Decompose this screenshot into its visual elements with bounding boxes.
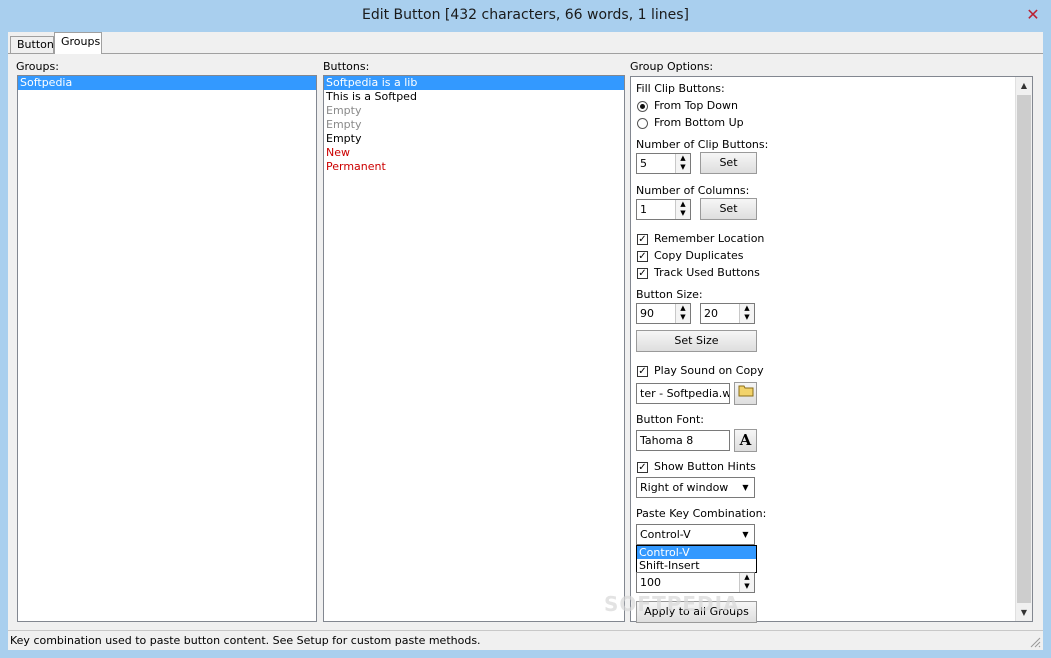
button-width-stepper[interactable]: ▲ ▼ <box>675 304 690 323</box>
spin-down-icon[interactable]: ▼ <box>676 313 690 322</box>
paste-delay-value: 100 <box>640 576 661 589</box>
tab-groups[interactable]: Groups <box>54 32 102 54</box>
from-top-radio[interactable] <box>637 101 648 112</box>
paste-option-control-v[interactable]: Control-V <box>637 546 756 559</box>
remember-location-label[interactable]: Remember Location <box>654 232 764 245</box>
button-size-label: Button Size: <box>636 288 703 301</box>
paste-key-label: Paste Key Combination: <box>636 507 767 520</box>
sound-file-input[interactable]: ter - Softpedia.wav <box>636 383 730 404</box>
set-columns-button[interactable]: Set <box>700 198 757 220</box>
hint-position-select[interactable]: Right of window ▼ <box>636 477 755 498</box>
list-item[interactable]: Softpedia <box>18 76 316 90</box>
spin-down-icon[interactable]: ▼ <box>676 209 690 218</box>
spin-up-icon[interactable]: ▲ <box>676 200 690 209</box>
status-text: Key combination used to paste button con… <box>10 634 481 647</box>
spin-up-icon[interactable]: ▲ <box>676 304 690 313</box>
spin-up-icon[interactable]: ▲ <box>676 154 690 163</box>
sound-file-value: ter - Softpedia.wav <box>640 387 729 400</box>
num-clip-input[interactable]: 5 ▲ ▼ <box>636 153 691 174</box>
list-item[interactable]: Empty <box>324 104 624 118</box>
paste-key-value: Control-V <box>640 528 691 541</box>
chevron-down-icon[interactable]: ▼ <box>737 478 754 497</box>
spin-up-icon[interactable]: ▲ <box>740 304 754 313</box>
font-picker-button[interactable]: A <box>734 429 757 452</box>
list-item[interactable]: Permanent <box>324 160 624 174</box>
spin-down-icon[interactable]: ▼ <box>740 582 754 591</box>
client-area: Button Groups Groups: Softpedia Buttons:… <box>8 32 1043 650</box>
num-clip-value: 5 <box>640 157 647 170</box>
paste-key-dropdown: Control-V Shift-Insert <box>636 545 757 573</box>
options-scrollbar[interactable]: ▲ ▼ <box>1015 77 1032 621</box>
font-value: Tahoma 8 <box>640 434 694 447</box>
list-item[interactable]: Empty <box>324 132 624 146</box>
folder-icon <box>738 385 753 397</box>
spin-down-icon[interactable]: ▼ <box>676 163 690 172</box>
font-icon: A <box>739 431 752 449</box>
spin-down-icon[interactable]: ▼ <box>740 313 754 322</box>
list-item[interactable]: New <box>324 146 624 160</box>
hint-position-value: Right of window <box>640 481 729 494</box>
button-width-input[interactable]: 90 ▲ ▼ <box>636 303 691 324</box>
set-clip-button[interactable]: Set <box>700 152 757 174</box>
watermark-logo: SOFTPEDIA <box>604 592 740 616</box>
copy-duplicates-checkbox[interactable]: ✓ <box>637 251 648 262</box>
play-sound-label[interactable]: Play Sound on Copy <box>654 364 764 377</box>
show-hints-checkbox[interactable]: ✓ <box>637 462 648 473</box>
button-height-stepper[interactable]: ▲ ▼ <box>739 304 754 323</box>
scroll-up-icon[interactable]: ▲ <box>1016 77 1032 94</box>
from-bottom-radio[interactable] <box>637 118 648 129</box>
buttons-label: Buttons: <box>323 60 370 73</box>
paste-delay-input[interactable]: 100 ▲ ▼ <box>636 572 755 593</box>
copy-duplicates-label[interactable]: Copy Duplicates <box>654 249 744 262</box>
group-options-panel: Fill Clip Buttons: From Top Down From Bo… <box>630 76 1033 623</box>
scroll-thumb[interactable] <box>1017 95 1031 603</box>
resize-grip-icon[interactable] <box>1029 636 1041 648</box>
track-used-label[interactable]: Track Used Buttons <box>654 266 760 279</box>
list-item[interactable]: This is a Softped <box>324 90 624 104</box>
track-used-checkbox[interactable]: ✓ <box>637 268 648 279</box>
tab-button[interactable]: Button <box>10 36 54 54</box>
button-font-label: Button Font: <box>636 413 704 426</box>
remember-location-checkbox[interactable]: ✓ <box>637 234 648 245</box>
num-columns-input[interactable]: 1 ▲ ▼ <box>636 199 691 220</box>
paste-key-select[interactable]: Control-V ▼ <box>636 524 755 545</box>
fill-clip-label: Fill Clip Buttons: <box>636 82 725 95</box>
groups-label: Groups: <box>16 60 59 73</box>
browse-folder-button[interactable] <box>734 382 757 405</box>
num-columns-value: 1 <box>640 203 647 216</box>
window-title: Edit Button [432 characters, 66 words, 1… <box>361 7 690 23</box>
close-button[interactable]: ✕ <box>1022 4 1044 26</box>
list-item[interactable]: Empty <box>324 118 624 132</box>
num-clip-label: Number of Clip Buttons: <box>636 138 769 151</box>
scroll-down-icon[interactable]: ▼ <box>1016 604 1032 621</box>
num-columns-label: Number of Columns: <box>636 184 750 197</box>
title-bar[interactable]: Edit Button [432 characters, 66 words, 1… <box>0 0 1051 32</box>
group-options-label: Group Options: <box>630 60 714 73</box>
font-input[interactable]: Tahoma 8 <box>636 430 730 451</box>
buttons-list[interactable]: Softpedia is a lib This is a Softped Emp… <box>323 75 625 622</box>
tab-divider <box>8 53 1043 54</box>
paste-delay-stepper[interactable]: ▲ ▼ <box>739 573 754 592</box>
button-width-value: 90 <box>640 307 654 320</box>
status-bar: Key combination used to paste button con… <box>8 630 1043 650</box>
show-hints-label[interactable]: Show Button Hints <box>654 460 756 473</box>
num-clip-stepper[interactable]: ▲ ▼ <box>675 154 690 173</box>
num-columns-stepper[interactable]: ▲ ▼ <box>675 200 690 219</box>
paste-option-shift-insert[interactable]: Shift-Insert <box>637 559 756 572</box>
button-height-value: 20 <box>704 307 718 320</box>
button-height-input[interactable]: 20 ▲ ▼ <box>700 303 755 324</box>
groups-list[interactable]: Softpedia <box>17 75 317 622</box>
list-item[interactable]: Softpedia is a lib <box>324 76 624 90</box>
edit-button-window: Edit Button [432 characters, 66 words, 1… <box>0 0 1051 658</box>
from-bottom-label[interactable]: From Bottom Up <box>654 116 744 129</box>
set-size-button[interactable]: Set Size <box>636 330 757 352</box>
play-sound-checkbox[interactable]: ✓ <box>637 366 648 377</box>
chevron-down-icon[interactable]: ▼ <box>737 525 754 544</box>
from-top-label[interactable]: From Top Down <box>654 99 738 112</box>
spin-up-icon[interactable]: ▲ <box>740 573 754 582</box>
